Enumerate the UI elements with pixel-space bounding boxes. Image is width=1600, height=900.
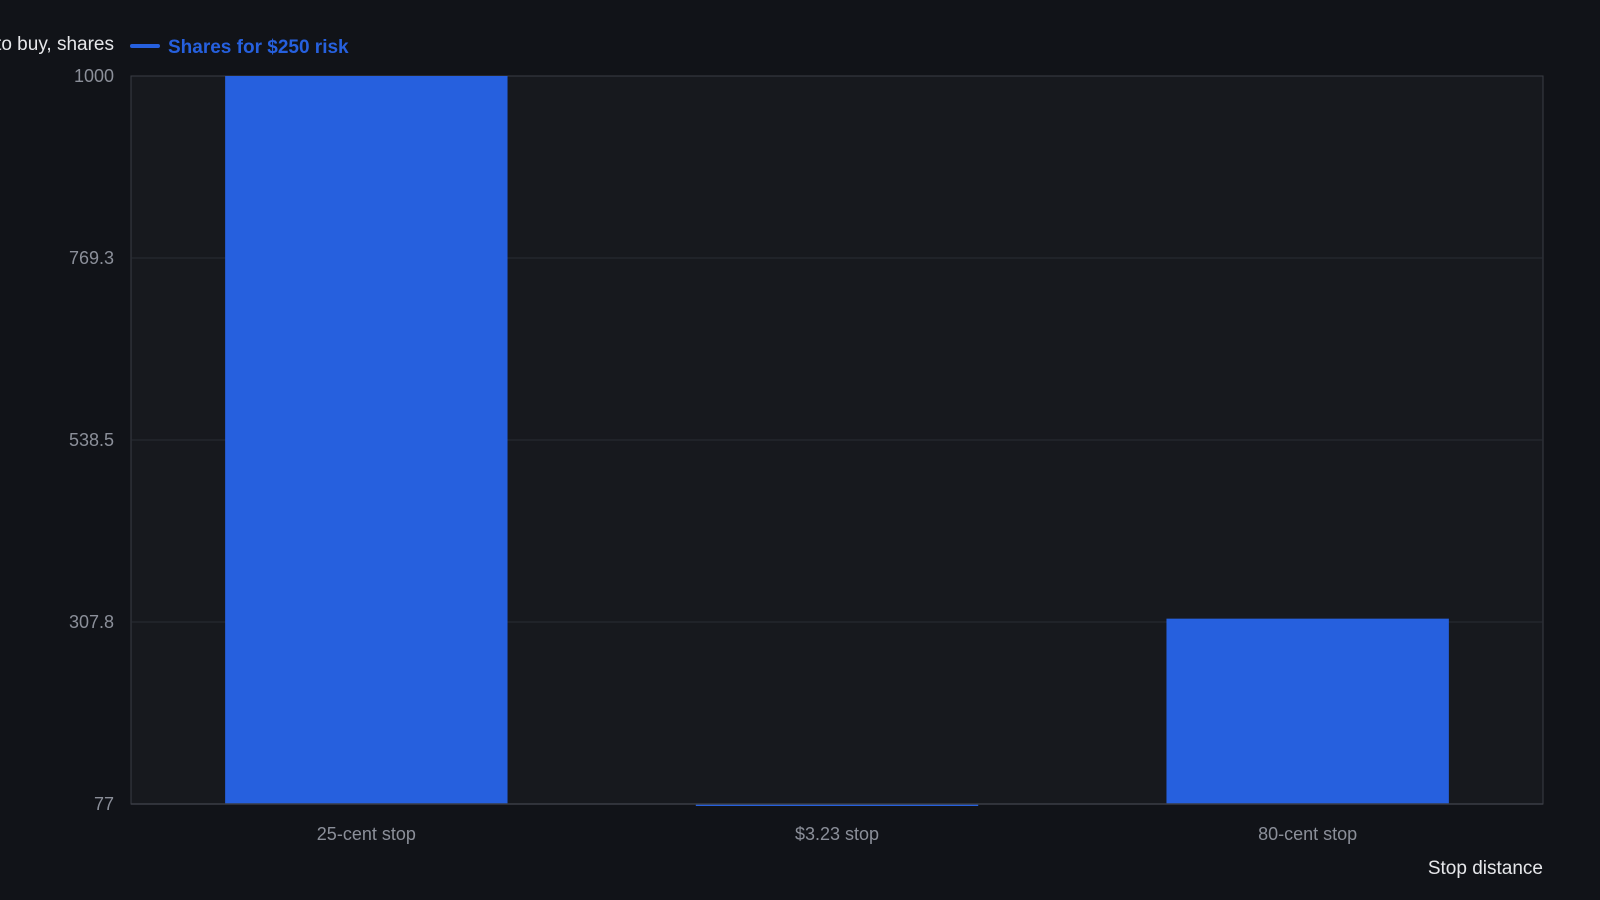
y-tick-label: 769.3 xyxy=(69,248,114,268)
y-axis-title: Shares to buy, shares xyxy=(0,34,114,55)
legend-swatch xyxy=(130,44,160,48)
y-tick-label: 307.8 xyxy=(69,612,114,632)
y-tick-label: 77 xyxy=(94,794,114,814)
chart-container: 1000 769.3 538.5 307.8 77 25-cent stop $3.23 s… xyxy=(0,0,1600,900)
bar-chart: 1000 769.3 538.5 307.8 77 25-cent stop $3.23 s… xyxy=(0,34,1544,879)
y-tick-label: 538.5 xyxy=(69,430,114,450)
y-tick-label: 1000 xyxy=(74,66,114,86)
legend-label: Shares for $250 risk xyxy=(168,37,349,58)
x-axis-title: Stop distance xyxy=(1428,858,1543,879)
bar-1[interactable] xyxy=(225,76,508,804)
bar-3[interactable] xyxy=(1166,618,1449,804)
x-tick-label: 25-cent stop xyxy=(317,824,416,844)
legend: Shares for $250 risk xyxy=(130,37,349,58)
x-tick-label: 80-cent stop xyxy=(1258,824,1357,844)
x-tick-label: $3.23 stop xyxy=(795,824,879,844)
